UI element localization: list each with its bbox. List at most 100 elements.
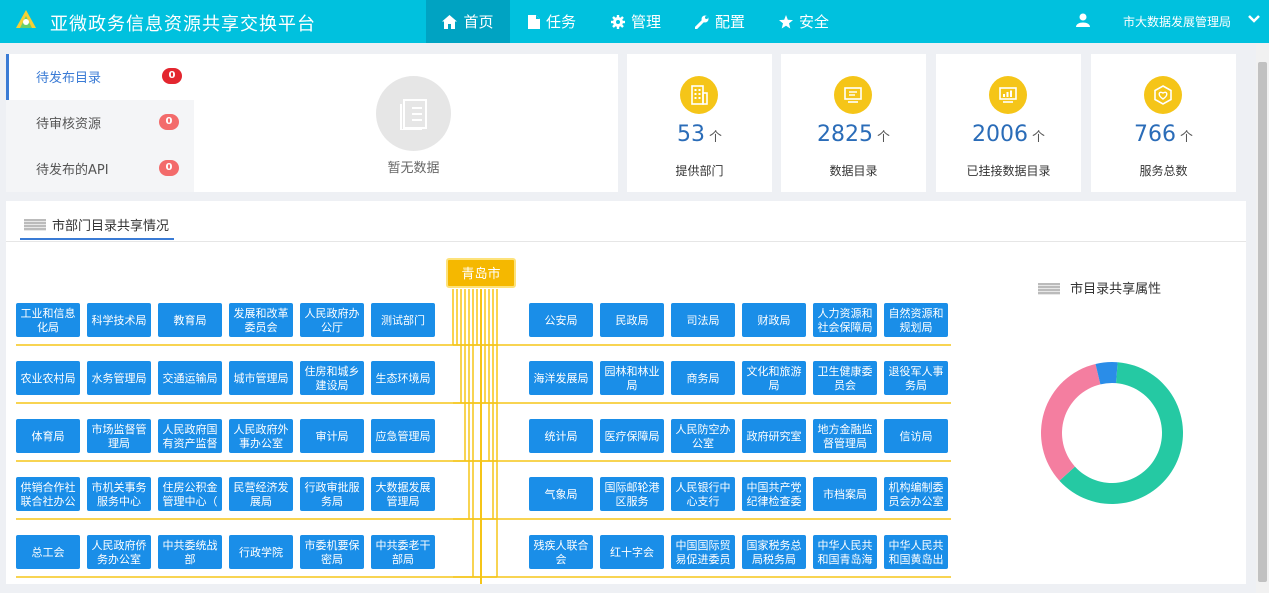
department-node[interactable]: 人民防空办公室	[671, 419, 735, 453]
stat-label: 数据目录	[829, 164, 878, 178]
gear-icon	[610, 14, 625, 29]
department-node[interactable]: 地方金融监督管理局	[813, 419, 877, 453]
tab-pending-catalog[interactable]: 待发布目录 0	[6, 54, 194, 100]
nav-tasks[interactable]: 任务	[510, 0, 594, 43]
department-node[interactable]: 卫生健康委员会	[813, 361, 877, 395]
department-node[interactable]: 住房公积金管理中心（	[158, 477, 222, 511]
department-node[interactable]: 工业和信息化局	[16, 303, 80, 337]
department-node[interactable]: 人力资源和社会保障局	[813, 303, 877, 337]
donut-slice[interactable]	[1041, 363, 1101, 481]
department-node[interactable]: 残疾人联合会	[529, 535, 593, 569]
department-node[interactable]: 测试部门	[371, 303, 435, 337]
department-node[interactable]: 行政审批服务局	[300, 477, 364, 511]
nav-tasks-label: 任务	[545, 13, 576, 31]
department-node[interactable]: 供销合作社联合社办公	[16, 477, 80, 511]
share-attribute-donut-chart	[1041, 362, 1183, 504]
department-node[interactable]: 人民银行中心支行	[671, 477, 735, 511]
department-node[interactable]: 市档案局	[813, 477, 877, 511]
department-node[interactable]: 气象局	[529, 477, 593, 511]
department-node[interactable]: 财政局	[742, 303, 806, 337]
department-node[interactable]: 政府研究室	[742, 419, 806, 453]
department-node[interactable]: 自然资源和规划局	[884, 303, 948, 337]
section-icon	[1038, 282, 1060, 295]
user-icon[interactable]	[1076, 13, 1090, 27]
department-node-label: 农业农村局	[21, 371, 76, 385]
department-node[interactable]: 红十字会	[600, 535, 664, 569]
department-node-label: 水务管理局	[92, 371, 147, 385]
department-node[interactable]: 民政局	[600, 303, 664, 337]
department-node[interactable]: 中国国际贸易促进委员	[671, 535, 735, 569]
nav-security[interactable]: 安全	[762, 0, 846, 43]
department-node[interactable]: 人民政府外事办公室	[229, 419, 293, 453]
department-node[interactable]: 市委机要保密局	[300, 535, 364, 569]
share-attribute-label: 市目录共享属性	[1070, 282, 1162, 297]
department-node[interactable]: 医疗保障局	[600, 419, 664, 453]
count-badge: 0	[159, 114, 179, 130]
chevron-down-icon[interactable]	[1248, 14, 1260, 24]
stat-card-linked-catalogs[interactable]: 2006 个 已挂接数据目录	[936, 54, 1081, 192]
department-node-label: 总工会	[32, 545, 65, 559]
department-node[interactable]: 教育局	[158, 303, 222, 337]
stat-card-catalogs[interactable]: 2825 个 数据目录	[781, 54, 926, 192]
department-node[interactable]: 交通运输局	[158, 361, 222, 395]
share-attribute-title: 市目录共享属性	[1038, 278, 1161, 297]
current-user-name[interactable]: 市大数据发展管理局	[1123, 13, 1231, 30]
department-node[interactable]: 大数据发展管理局	[371, 477, 435, 511]
nav-config-label: 配置	[714, 13, 745, 31]
nav-home[interactable]: 首页	[426, 0, 510, 43]
department-node[interactable]: 城市管理局	[229, 361, 293, 395]
department-node-label: 政府研究室	[747, 429, 802, 443]
department-node[interactable]: 退役军人事务局	[884, 361, 948, 395]
stat-card-departments[interactable]: 53 个 提供部门	[627, 54, 772, 192]
tab-pending-resource-label: 待审核资源	[36, 117, 102, 132]
department-node[interactable]: 发展和改革委员会	[229, 303, 293, 337]
department-node[interactable]: 市机关事务服务中心	[87, 477, 151, 511]
department-node[interactable]: 中华人民共和国黄岛出	[884, 535, 948, 569]
department-node[interactable]: 总工会	[16, 535, 80, 569]
department-node[interactable]: 海洋发展局	[529, 361, 593, 395]
department-node-label: 市档案局	[823, 487, 867, 501]
count-badge: 0	[162, 68, 182, 84]
department-node[interactable]: 民营经济发展局	[229, 477, 293, 511]
department-node[interactable]: 中国共产党纪律检查委	[742, 477, 806, 511]
department-node[interactable]: 机构编制委员会办公室	[884, 477, 948, 511]
scrollbar-thumb[interactable]	[1258, 62, 1267, 582]
department-node[interactable]: 国际邮轮港区服务	[600, 477, 664, 511]
department-node[interactable]: 国家税务总局税务局	[742, 535, 806, 569]
department-node[interactable]: 人民政府办公厅	[300, 303, 364, 337]
nav-config[interactable]: 配置	[678, 0, 762, 43]
department-node[interactable]: 司法局	[671, 303, 735, 337]
tab-pending-api[interactable]: 待发布的API 0	[6, 146, 194, 192]
department-node[interactable]: 住房和城乡建设局	[300, 361, 364, 395]
department-node-label: 审计局	[316, 429, 349, 443]
nav-manage[interactable]: 管理	[594, 0, 678, 43]
department-node[interactable]: 信访局	[884, 419, 948, 453]
department-node[interactable]: 市场监督管理局	[87, 419, 151, 453]
department-node[interactable]: 商务局	[671, 361, 735, 395]
page-scrollbar[interactable]	[1256, 44, 1269, 593]
department-node[interactable]: 统计局	[529, 419, 593, 453]
department-node-label: 公安局	[545, 313, 578, 327]
department-node[interactable]: 中共委统战部	[158, 535, 222, 569]
department-node-label: 交通运输局	[163, 371, 218, 385]
department-node[interactable]: 园林和林业局	[600, 361, 664, 395]
department-node[interactable]: 生态环境局	[371, 361, 435, 395]
department-node[interactable]: 中共委老干部局	[371, 535, 435, 569]
platform-logo-icon	[16, 10, 36, 28]
department-node[interactable]: 科学技术局	[87, 303, 151, 337]
department-node[interactable]: 人民政府侨务办公室	[87, 535, 151, 569]
department-node[interactable]: 体育局	[16, 419, 80, 453]
department-node[interactable]: 公安局	[529, 303, 593, 337]
department-node[interactable]: 行政学院	[229, 535, 293, 569]
department-node[interactable]: 农业农村局	[16, 361, 80, 395]
department-node[interactable]: 人民政府国有资产监督	[158, 419, 222, 453]
department-node[interactable]: 中华人民共和国青岛海	[813, 535, 877, 569]
department-node[interactable]: 审计局	[300, 419, 364, 453]
stat-card-services[interactable]: 766 个 服务总数	[1091, 54, 1236, 192]
department-node[interactable]: 文化和旅游局	[742, 361, 806, 395]
tab-pending-resource[interactable]: 待审核资源 0	[6, 100, 194, 146]
tree-root-node[interactable]: 青岛市	[446, 258, 516, 288]
stat-value: 2825 个	[781, 122, 926, 147]
department-node[interactable]: 应急管理局	[371, 419, 435, 453]
department-node[interactable]: 水务管理局	[87, 361, 151, 395]
